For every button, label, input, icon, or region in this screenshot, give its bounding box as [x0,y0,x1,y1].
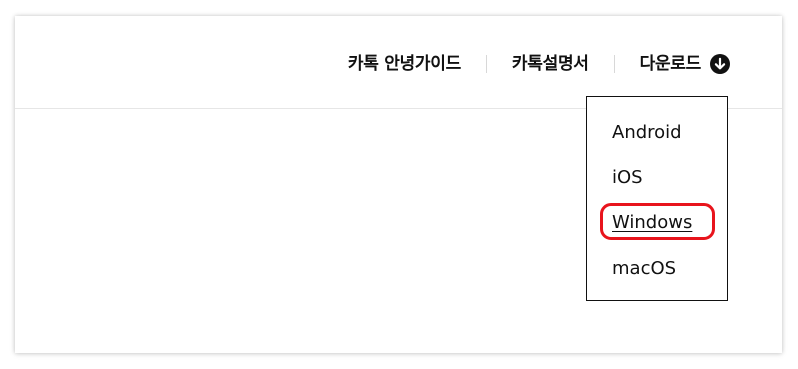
arrow-down-circle-icon [710,54,730,74]
nav-link-manual[interactable]: 카톡설명서 [512,51,589,77]
content-card: 카톡 안녕가이드 카톡설명서 다운로드 Android iOS Windows … [15,16,782,353]
download-label: 다운로드 [639,54,702,74]
nav-download-button[interactable]: 다운로드 [640,51,730,77]
menu-item-macos[interactable]: macOS [612,257,676,281]
top-nav: 카톡 안녕가이드 카톡설명서 다운로드 [348,51,730,77]
nav-separator [613,55,615,73]
download-dropdown-menu: Android iOS Windows macOS [586,96,728,301]
nav-separator [485,55,487,73]
menu-item-android[interactable]: Android [612,121,682,145]
nav-link-guide[interactable]: 카톡 안녕가이드 [348,51,461,77]
menu-item-windows[interactable]: Windows [612,211,692,235]
menu-item-ios[interactable]: iOS [612,166,643,190]
